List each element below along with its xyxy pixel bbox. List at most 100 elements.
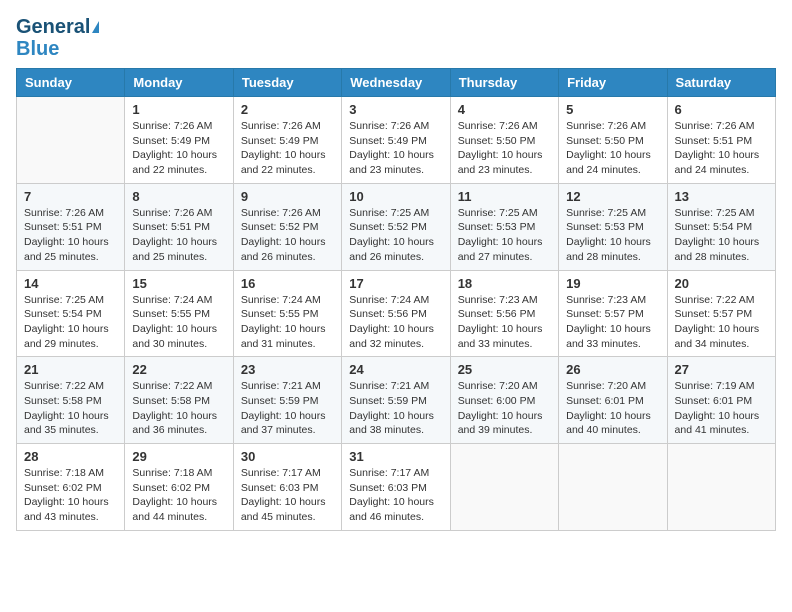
day-number: 7 xyxy=(24,189,117,204)
day-cell xyxy=(450,444,558,531)
header-monday: Monday xyxy=(125,69,233,97)
day-cell: 22 Sunrise: 7:22 AMSunset: 5:58 PMDaylig… xyxy=(125,357,233,444)
day-detail: Sunrise: 7:20 AMSunset: 6:00 PMDaylight:… xyxy=(458,379,551,438)
day-detail: Sunrise: 7:18 AMSunset: 6:02 PMDaylight:… xyxy=(132,466,225,525)
day-detail: Sunrise: 7:17 AMSunset: 6:03 PMDaylight:… xyxy=(241,466,334,525)
day-cell: 14 Sunrise: 7:25 AMSunset: 5:54 PMDaylig… xyxy=(17,270,125,357)
day-number: 8 xyxy=(132,189,225,204)
day-detail: Sunrise: 7:22 AMSunset: 5:58 PMDaylight:… xyxy=(24,379,117,438)
header-tuesday: Tuesday xyxy=(233,69,341,97)
day-number: 9 xyxy=(241,189,334,204)
day-cell: 7 Sunrise: 7:26 AMSunset: 5:51 PMDayligh… xyxy=(17,183,125,270)
week-row-3: 14 Sunrise: 7:25 AMSunset: 5:54 PMDaylig… xyxy=(17,270,776,357)
day-detail: Sunrise: 7:24 AMSunset: 5:55 PMDaylight:… xyxy=(132,293,225,352)
day-number: 20 xyxy=(675,276,768,291)
day-cell: 28 Sunrise: 7:18 AMSunset: 6:02 PMDaylig… xyxy=(17,444,125,531)
day-cell: 4 Sunrise: 7:26 AMSunset: 5:50 PMDayligh… xyxy=(450,97,558,184)
header-sunday: Sunday xyxy=(17,69,125,97)
day-detail: Sunrise: 7:26 AMSunset: 5:49 PMDaylight:… xyxy=(349,119,442,178)
day-cell: 13 Sunrise: 7:25 AMSunset: 5:54 PMDaylig… xyxy=(667,183,775,270)
day-number: 12 xyxy=(566,189,659,204)
day-cell: 8 Sunrise: 7:26 AMSunset: 5:51 PMDayligh… xyxy=(125,183,233,270)
day-detail: Sunrise: 7:24 AMSunset: 5:55 PMDaylight:… xyxy=(241,293,334,352)
day-detail: Sunrise: 7:23 AMSunset: 5:57 PMDaylight:… xyxy=(566,293,659,352)
calendar-header-row: SundayMondayTuesdayWednesdayThursdayFrid… xyxy=(17,69,776,97)
day-number: 28 xyxy=(24,449,117,464)
day-number: 2 xyxy=(241,102,334,117)
day-detail: Sunrise: 7:21 AMSunset: 5:59 PMDaylight:… xyxy=(349,379,442,438)
day-cell: 21 Sunrise: 7:22 AMSunset: 5:58 PMDaylig… xyxy=(17,357,125,444)
day-cell: 24 Sunrise: 7:21 AMSunset: 5:59 PMDaylig… xyxy=(342,357,450,444)
day-detail: Sunrise: 7:23 AMSunset: 5:56 PMDaylight:… xyxy=(458,293,551,352)
day-detail: Sunrise: 7:26 AMSunset: 5:50 PMDaylight:… xyxy=(458,119,551,178)
day-number: 5 xyxy=(566,102,659,117)
day-cell: 30 Sunrise: 7:17 AMSunset: 6:03 PMDaylig… xyxy=(233,444,341,531)
day-number: 14 xyxy=(24,276,117,291)
day-cell: 18 Sunrise: 7:23 AMSunset: 5:56 PMDaylig… xyxy=(450,270,558,357)
day-detail: Sunrise: 7:20 AMSunset: 6:01 PMDaylight:… xyxy=(566,379,659,438)
day-number: 23 xyxy=(241,362,334,377)
day-cell: 1 Sunrise: 7:26 AMSunset: 5:49 PMDayligh… xyxy=(125,97,233,184)
day-number: 11 xyxy=(458,189,551,204)
day-cell: 2 Sunrise: 7:26 AMSunset: 5:49 PMDayligh… xyxy=(233,97,341,184)
logo-icon xyxy=(92,21,99,33)
day-cell: 16 Sunrise: 7:24 AMSunset: 5:55 PMDaylig… xyxy=(233,270,341,357)
day-detail: Sunrise: 7:19 AMSunset: 6:01 PMDaylight:… xyxy=(675,379,768,438)
day-cell: 27 Sunrise: 7:19 AMSunset: 6:01 PMDaylig… xyxy=(667,357,775,444)
logo-blue: Blue xyxy=(16,38,99,60)
header-friday: Friday xyxy=(559,69,667,97)
logo-general: General xyxy=(16,16,90,38)
day-cell: 20 Sunrise: 7:22 AMSunset: 5:57 PMDaylig… xyxy=(667,270,775,357)
day-number: 3 xyxy=(349,102,442,117)
day-detail: Sunrise: 7:25 AMSunset: 5:53 PMDaylight:… xyxy=(458,206,551,265)
day-detail: Sunrise: 7:24 AMSunset: 5:56 PMDaylight:… xyxy=(349,293,442,352)
day-detail: Sunrise: 7:26 AMSunset: 5:49 PMDaylight:… xyxy=(132,119,225,178)
header-wednesday: Wednesday xyxy=(342,69,450,97)
day-cell: 26 Sunrise: 7:20 AMSunset: 6:01 PMDaylig… xyxy=(559,357,667,444)
day-cell: 9 Sunrise: 7:26 AMSunset: 5:52 PMDayligh… xyxy=(233,183,341,270)
day-detail: Sunrise: 7:26 AMSunset: 5:50 PMDaylight:… xyxy=(566,119,659,178)
day-number: 21 xyxy=(24,362,117,377)
week-row-4: 21 Sunrise: 7:22 AMSunset: 5:58 PMDaylig… xyxy=(17,357,776,444)
day-number: 31 xyxy=(349,449,442,464)
day-cell: 10 Sunrise: 7:25 AMSunset: 5:52 PMDaylig… xyxy=(342,183,450,270)
day-cell: 29 Sunrise: 7:18 AMSunset: 6:02 PMDaylig… xyxy=(125,444,233,531)
day-number: 17 xyxy=(349,276,442,291)
day-number: 25 xyxy=(458,362,551,377)
week-row-2: 7 Sunrise: 7:26 AMSunset: 5:51 PMDayligh… xyxy=(17,183,776,270)
day-detail: Sunrise: 7:26 AMSunset: 5:49 PMDaylight:… xyxy=(241,119,334,178)
day-number: 10 xyxy=(349,189,442,204)
day-cell: 19 Sunrise: 7:23 AMSunset: 5:57 PMDaylig… xyxy=(559,270,667,357)
day-cell: 31 Sunrise: 7:17 AMSunset: 6:03 PMDaylig… xyxy=(342,444,450,531)
day-cell: 6 Sunrise: 7:26 AMSunset: 5:51 PMDayligh… xyxy=(667,97,775,184)
day-number: 13 xyxy=(675,189,768,204)
day-detail: Sunrise: 7:22 AMSunset: 5:57 PMDaylight:… xyxy=(675,293,768,352)
day-cell xyxy=(667,444,775,531)
day-detail: Sunrise: 7:25 AMSunset: 5:52 PMDaylight:… xyxy=(349,206,442,265)
day-detail: Sunrise: 7:26 AMSunset: 5:51 PMDaylight:… xyxy=(24,206,117,265)
day-cell: 15 Sunrise: 7:24 AMSunset: 5:55 PMDaylig… xyxy=(125,270,233,357)
day-number: 16 xyxy=(241,276,334,291)
day-number: 30 xyxy=(241,449,334,464)
day-cell: 5 Sunrise: 7:26 AMSunset: 5:50 PMDayligh… xyxy=(559,97,667,184)
page-header: General Blue xyxy=(16,16,776,60)
day-detail: Sunrise: 7:25 AMSunset: 5:54 PMDaylight:… xyxy=(24,293,117,352)
day-number: 6 xyxy=(675,102,768,117)
day-detail: Sunrise: 7:22 AMSunset: 5:58 PMDaylight:… xyxy=(132,379,225,438)
week-row-1: 1 Sunrise: 7:26 AMSunset: 5:49 PMDayligh… xyxy=(17,97,776,184)
day-number: 22 xyxy=(132,362,225,377)
day-number: 1 xyxy=(132,102,225,117)
day-detail: Sunrise: 7:26 AMSunset: 5:51 PMDaylight:… xyxy=(132,206,225,265)
day-number: 29 xyxy=(132,449,225,464)
day-detail: Sunrise: 7:18 AMSunset: 6:02 PMDaylight:… xyxy=(24,466,117,525)
day-detail: Sunrise: 7:17 AMSunset: 6:03 PMDaylight:… xyxy=(349,466,442,525)
day-cell: 12 Sunrise: 7:25 AMSunset: 5:53 PMDaylig… xyxy=(559,183,667,270)
day-cell: 17 Sunrise: 7:24 AMSunset: 5:56 PMDaylig… xyxy=(342,270,450,357)
day-detail: Sunrise: 7:25 AMSunset: 5:53 PMDaylight:… xyxy=(566,206,659,265)
day-detail: Sunrise: 7:21 AMSunset: 5:59 PMDaylight:… xyxy=(241,379,334,438)
week-row-5: 28 Sunrise: 7:18 AMSunset: 6:02 PMDaylig… xyxy=(17,444,776,531)
day-number: 26 xyxy=(566,362,659,377)
day-cell: 25 Sunrise: 7:20 AMSunset: 6:00 PMDaylig… xyxy=(450,357,558,444)
header-thursday: Thursday xyxy=(450,69,558,97)
day-number: 24 xyxy=(349,362,442,377)
